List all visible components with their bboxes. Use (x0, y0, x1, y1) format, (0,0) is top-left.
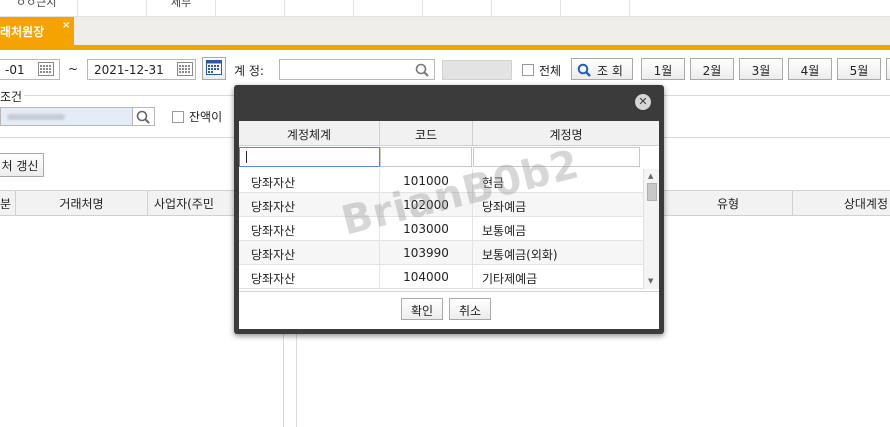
date-from-value: -01 (5, 63, 25, 77)
blurred-value (7, 114, 65, 120)
ok-label: 확인 (410, 304, 434, 318)
search-button[interactable]: 조 회 (571, 58, 633, 80)
month-2-button[interactable]: 2월 (690, 58, 734, 80)
scroll-down-icon[interactable]: ▼ (648, 277, 653, 285)
top-strip-cell (423, 0, 492, 17)
top-strip-cell (354, 0, 423, 17)
scroll-up-icon[interactable]: ▲ (648, 172, 653, 180)
close-icon[interactable]: × (62, 20, 70, 31)
cancel-label: 취소 (458, 304, 482, 318)
month-1-button[interactable]: 1월 (641, 58, 685, 80)
grid-header-label: 상대계정 (843, 197, 888, 211)
month-5-button[interactable]: 5월 (837, 58, 881, 80)
top-strip-cell (492, 0, 561, 17)
grid-column-header[interactable]: 유형 (664, 191, 793, 215)
row-name: 보통예금(외화) (482, 248, 558, 262)
grid-header-label: 유형 (716, 197, 740, 211)
all-label: 전체 (539, 64, 562, 78)
tab-ledger[interactable]: 래처원장 × (0, 17, 74, 45)
top-strip-text: 세무 (171, 0, 192, 9)
column-label: 계정체계 (286, 128, 332, 142)
dialog-footer: 확인 취소 (239, 291, 659, 329)
dialog-table-header: 계정체계 코드 계정명 (239, 121, 659, 146)
date-range-separator: ~ (68, 62, 79, 76)
client-field[interactable] (0, 107, 133, 126)
month-label: 1월 (653, 64, 673, 78)
calendar-popup-button[interactable] (202, 57, 226, 80)
search-button-label: 조 회 (597, 64, 623, 78)
system-filter-input[interactable] (239, 147, 380, 167)
balance-checkbox[interactable] (172, 111, 184, 123)
tab-bar (0, 17, 890, 45)
top-strip-cell (216, 0, 285, 17)
search-icon (577, 63, 591, 77)
close-icon[interactable]: ✕ (635, 94, 651, 110)
search-icon (136, 110, 150, 124)
row-code: 104000 (380, 265, 473, 289)
cancel-button[interactable]: 취소 (449, 298, 491, 320)
grid-column-header[interactable]: 거래처명 (16, 191, 148, 215)
account-label: 계 정: (234, 64, 264, 78)
grid-header-label: 거래처명 (59, 197, 104, 211)
refresh-button[interactable]: 처 갱신 (0, 153, 44, 177)
all-checkbox[interactable] (522, 64, 534, 76)
row-system: 당좌자산 (239, 265, 380, 289)
top-strip-cell (285, 0, 354, 17)
column-header-system[interactable]: 계정체계 (239, 121, 380, 146)
top-strip-text: ㅇㅇ근시 (16, 0, 57, 9)
calendar-icon[interactable] (38, 62, 54, 76)
grid-column-line (296, 334, 297, 427)
grid-header-label: 사업자(주민 (154, 197, 214, 211)
text-cursor (246, 151, 247, 163)
account-row[interactable]: 당좌자산 104000 기타제예금 (239, 265, 643, 289)
refresh-label: 처 갱신 (1, 159, 39, 173)
top-strip: ㅇㅇ근시 세무 (0, 0, 890, 17)
account-row[interactable]: 당좌자산 103990 보통예금(외화) (239, 241, 643, 265)
top-strip-cell: 세무 (147, 0, 216, 17)
row-name: 보통예금 (482, 224, 527, 238)
top-strip-cell (561, 0, 630, 17)
account-field[interactable] (279, 59, 435, 80)
date-to-value: 2021-12-31 (94, 63, 164, 77)
top-strip-cell: ㅇㅇ근시 (0, 0, 78, 17)
column-label: 코드 (414, 128, 438, 142)
row-system: 당좌자산 (239, 241, 380, 265)
month-label: 2월 (702, 64, 722, 78)
column-header-code[interactable]: 코드 (380, 121, 473, 146)
code-filter-input[interactable] (380, 147, 472, 167)
tab-underline (0, 45, 890, 50)
row-name: 기타제예금 (482, 272, 538, 286)
vertical-scrollbar[interactable]: ▲ ▼ (643, 169, 659, 289)
row-system: 당좌자산 (239, 169, 380, 193)
month-label: 3월 (751, 64, 771, 78)
top-strip-cell (78, 0, 147, 17)
tab-label: 래처원장 (0, 25, 45, 39)
grid-column-line (283, 334, 284, 427)
account-name-display (442, 60, 512, 80)
month-3-button[interactable]: 3월 (739, 58, 783, 80)
month-label: 4월 (800, 64, 820, 78)
calendar-icon (206, 60, 222, 75)
month-label: 5월 (849, 64, 869, 78)
month-6-button[interactable] (886, 58, 890, 80)
client-search-button[interactable] (133, 107, 155, 126)
grid-column-header[interactable]: 분 (0, 191, 16, 215)
month-4-button[interactable]: 4월 (788, 58, 832, 80)
condition-legend: 조건 (0, 88, 25, 105)
scroll-thumb[interactable] (647, 183, 657, 201)
grid-column-header[interactable]: 상대계정 (793, 191, 890, 215)
grid-header-label: 분 (0, 197, 12, 211)
column-label: 계정명 (549, 128, 583, 142)
dialog-body: 계정체계 코드 계정명 당좌자산 101000 현금 당좌자산 102000 당… (239, 121, 659, 329)
balance-label: 잔액이 (189, 110, 223, 124)
calendar-icon[interactable] (177, 62, 193, 76)
row-code: 103990 (380, 241, 473, 265)
search-icon[interactable] (415, 63, 429, 77)
ok-button[interactable]: 확인 (401, 298, 443, 320)
